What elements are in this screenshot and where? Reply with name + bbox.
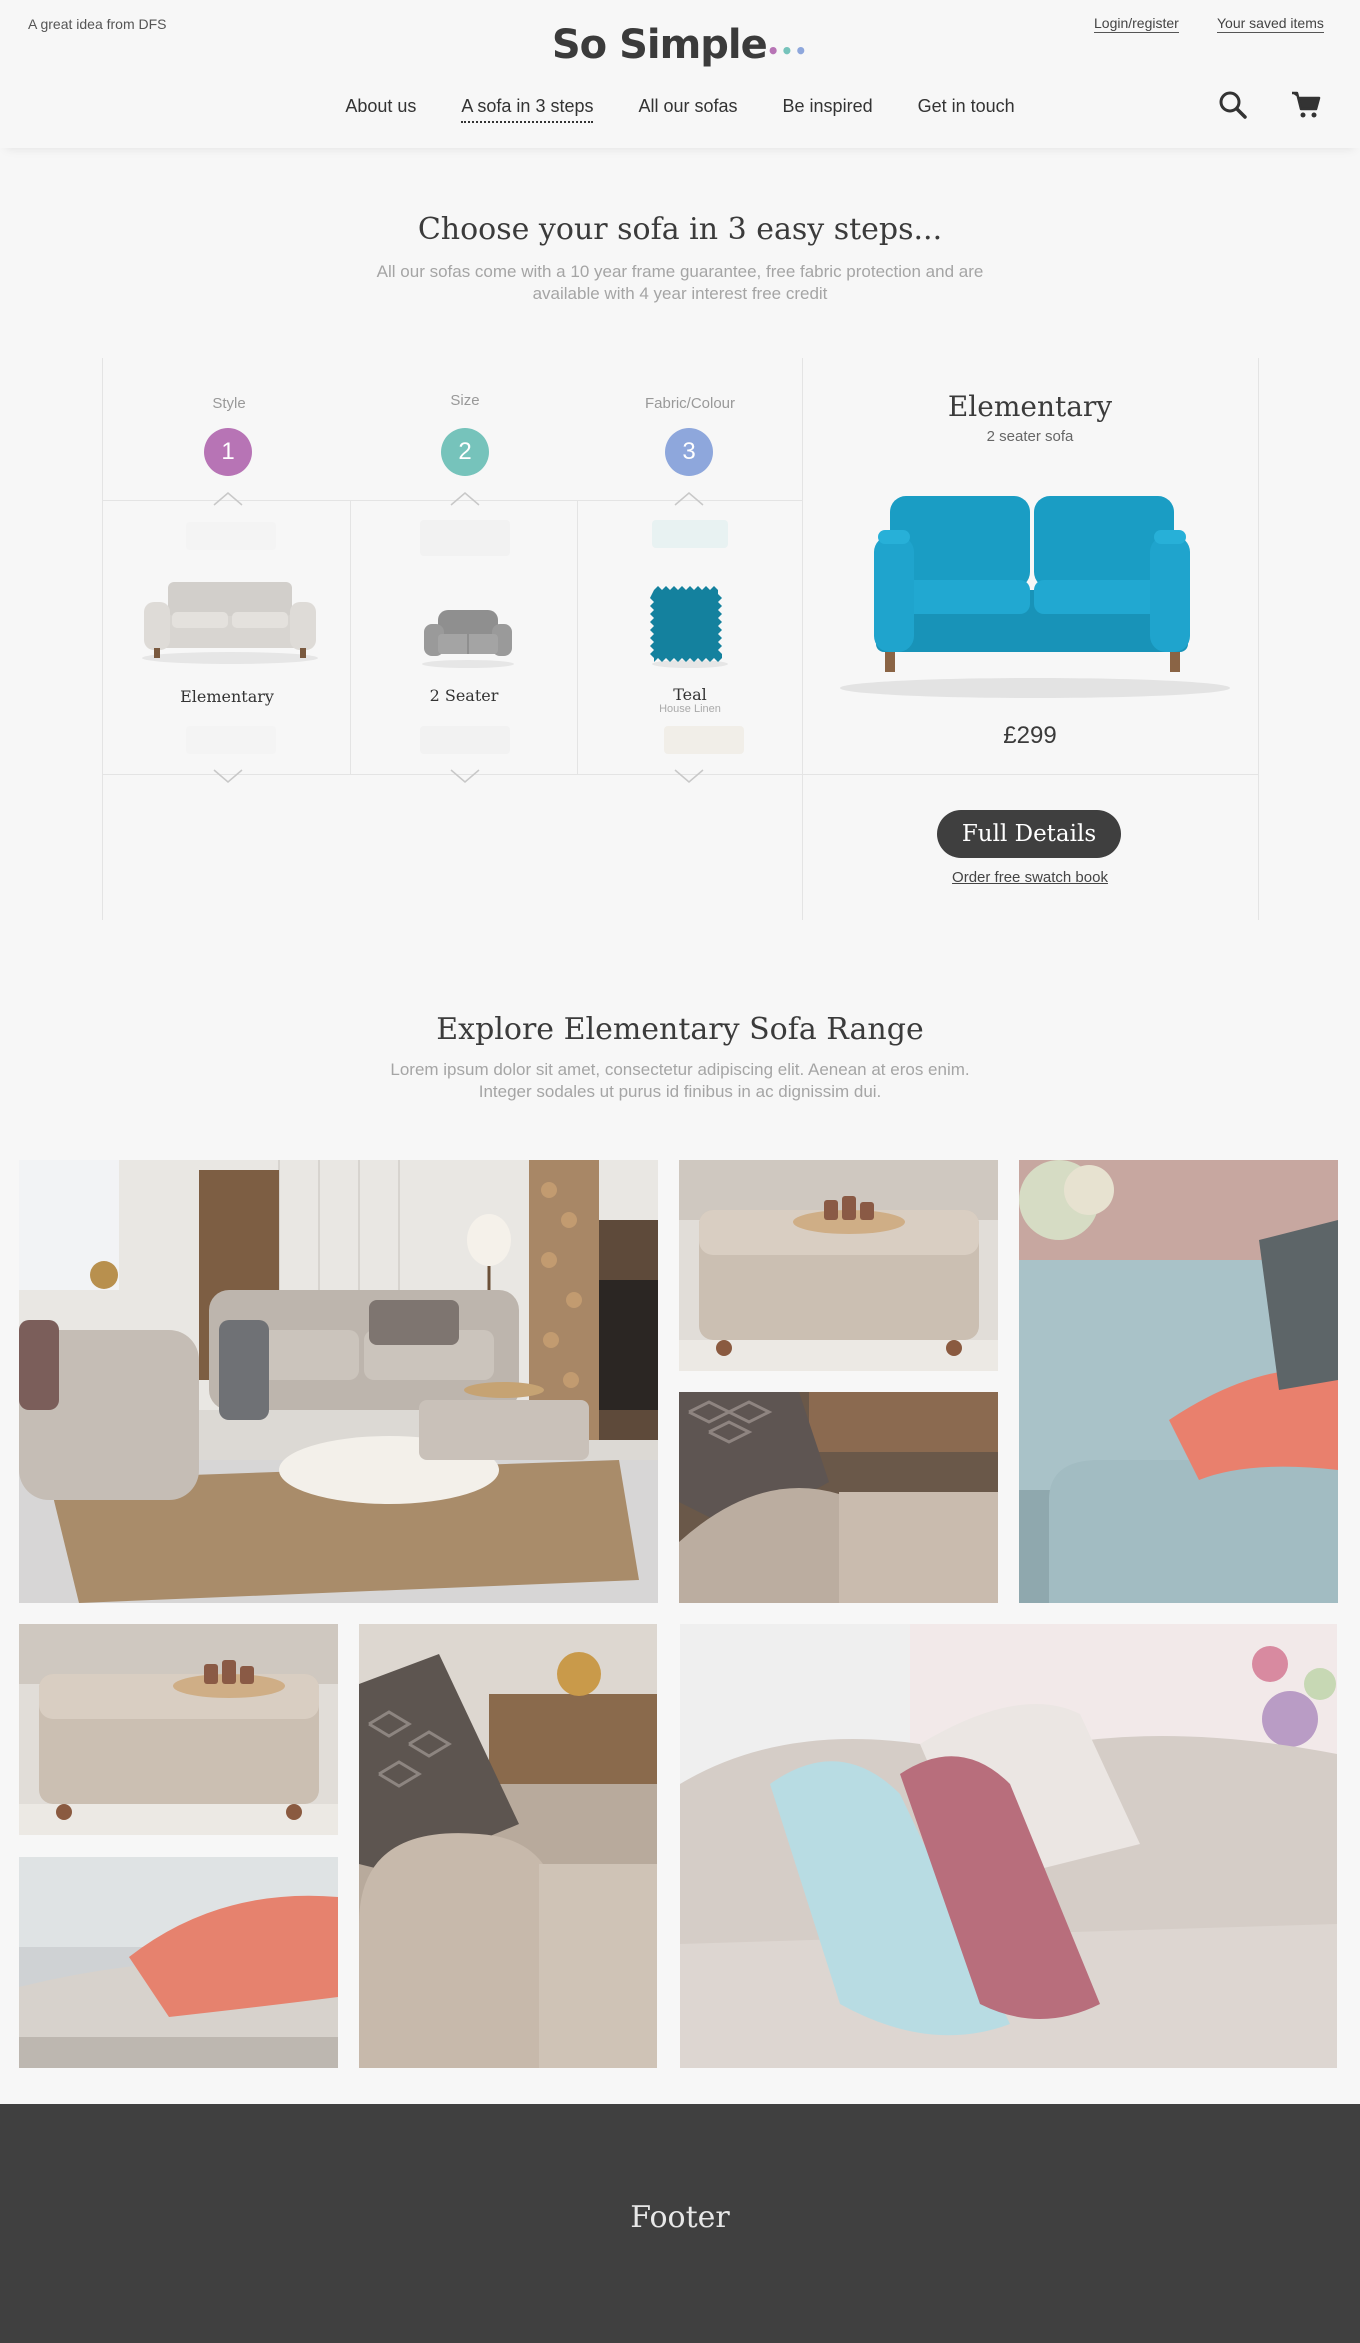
nav-all-our-sofas[interactable]: All our sofas xyxy=(638,96,737,123)
product-sofa-image xyxy=(840,496,1230,698)
selected-style-label: Elementary xyxy=(180,687,274,706)
range-text-line1: Lorem ipsum dolor sit amet, consectetur … xyxy=(390,1060,970,1079)
full-details-button[interactable]: Full Details xyxy=(937,810,1121,858)
gallery-photo-footstool[interactable] xyxy=(679,1160,998,1371)
product-name: Elementary xyxy=(947,390,1113,423)
order-swatch-book-link[interactable]: Order free swatch book xyxy=(880,869,1180,886)
selected-size-label: 2 Seater xyxy=(429,686,499,705)
gallery-photo-footstool-2[interactable] xyxy=(19,1624,338,1835)
chevron-down-icon[interactable] xyxy=(449,768,481,784)
chevron-down-icon[interactable] xyxy=(673,768,705,784)
gallery-photo-velvet-arm[interactable] xyxy=(1019,1160,1338,1603)
nav-sofa-in-3-steps[interactable]: A sofa in 3 steps xyxy=(461,96,594,123)
nav-about-us[interactable]: About us xyxy=(345,96,416,123)
gallery-photo-arm-vase[interactable] xyxy=(359,1624,657,2068)
logo-text: So Simple xyxy=(551,22,768,68)
divider xyxy=(1258,358,1259,920)
step-1-badge: 1 xyxy=(204,428,252,476)
footer-text: Footer xyxy=(630,2200,730,2235)
main-nav: About us A sofa in 3 steps All our sofas… xyxy=(0,96,1360,123)
product-price: £299 xyxy=(1003,722,1057,749)
chevron-up-icon[interactable] xyxy=(449,491,481,507)
logo-dot: • xyxy=(794,39,809,63)
teal-fabric-swatch[interactable] xyxy=(650,584,730,670)
logo-dot: • xyxy=(780,39,795,63)
range-title: Explore Elementary Sofa Range xyxy=(436,1012,924,1047)
login-register-link[interactable]: Login/register xyxy=(1094,15,1179,33)
chevron-down-icon[interactable] xyxy=(212,768,244,784)
chevron-up-icon[interactable] xyxy=(212,491,244,507)
saved-items-link[interactable]: Your saved items xyxy=(1217,15,1324,33)
product-subtitle: 2 seater sofa xyxy=(986,428,1074,445)
nav-be-inspired[interactable]: Be inspired xyxy=(783,96,873,123)
hero-subtitle-line2: available with 4 year interest free cred… xyxy=(532,284,828,303)
divider xyxy=(350,500,351,774)
logo-dots: ••• xyxy=(767,22,808,68)
chevron-up-icon[interactable] xyxy=(673,491,705,507)
next-style-option[interactable] xyxy=(186,726,276,754)
gallery-photo-living-room[interactable] xyxy=(19,1160,658,1603)
next-fabric-swatch[interactable] xyxy=(664,726,744,754)
selected-fabric-label: Teal xyxy=(673,685,707,704)
nav-get-in-touch[interactable]: Get in touch xyxy=(918,96,1015,123)
step-2-badge: 2 xyxy=(441,428,489,476)
step-fabric-label: Fabric/Colour xyxy=(644,395,736,412)
divider xyxy=(102,358,103,920)
previous-fabric-swatch[interactable] xyxy=(652,520,728,548)
previous-size-option[interactable] xyxy=(420,520,510,556)
gallery-photo-sofa-arm[interactable] xyxy=(679,1392,998,1603)
divider xyxy=(577,500,578,774)
cart-icon[interactable] xyxy=(1290,90,1322,120)
selected-fabric-sublabel: House Linen xyxy=(659,703,721,715)
next-size-option[interactable] xyxy=(420,726,510,754)
gallery-photo-throw[interactable] xyxy=(19,1857,338,2068)
step-size-label: Size xyxy=(450,392,480,409)
page-title: Choose your sofa in 3 easy steps... xyxy=(417,212,943,247)
search-icon[interactable] xyxy=(1218,90,1248,120)
logo-dot: • xyxy=(766,39,781,63)
divider xyxy=(802,358,803,920)
range-text-line2: Integer sodales ut purus id finibus in a… xyxy=(478,1082,882,1101)
sofa-style-image[interactable] xyxy=(140,578,320,668)
gallery-photo-cushions[interactable] xyxy=(680,1624,1337,2068)
two-seater-icon[interactable] xyxy=(420,606,516,670)
hero-subtitle-line1: All our sofas come with a 10 year frame … xyxy=(376,262,984,281)
previous-style-option[interactable] xyxy=(186,522,276,550)
step-style-label: Style xyxy=(212,395,246,412)
step-3-badge: 3 xyxy=(665,428,713,476)
